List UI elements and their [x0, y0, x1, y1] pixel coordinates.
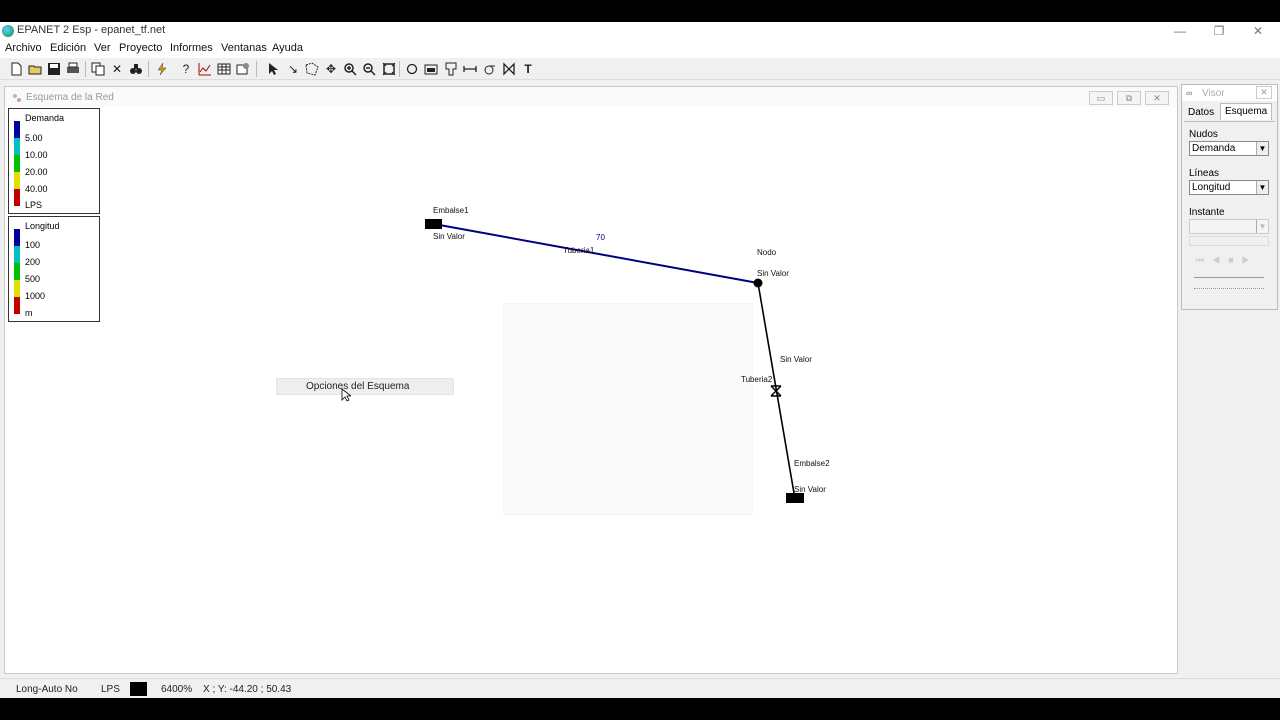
mouse-cursor-icon — [341, 388, 351, 402]
menu-ayuda[interactable]: Ayuda — [272, 42, 303, 54]
chevron-down-icon: ▼ — [1256, 220, 1268, 233]
close-button[interactable]: ✕ — [1248, 23, 1268, 39]
time-scrollbar[interactable] — [1189, 236, 1269, 246]
menu-archivo[interactable]: Archivo — [5, 42, 42, 54]
menu-bar: Archivo Edición Ver Proyecto Informes Ve… — [0, 40, 1280, 58]
speed-slider[interactable] — [1194, 277, 1264, 289]
chevron-down-icon: ▼ — [1256, 181, 1268, 194]
value-tuberia1: 70 — [596, 233, 605, 242]
reservoir-icon[interactable] — [423, 61, 439, 77]
label-nodo: Nodo — [757, 248, 777, 257]
reservoir-embalse1[interactable] — [425, 219, 442, 229]
tab-datos[interactable]: Datos — [1184, 105, 1218, 122]
label-embalse1: Embalse1 — [433, 206, 469, 215]
visor-close-button[interactable]: ✕ — [1256, 86, 1272, 99]
run-icon[interactable] — [154, 61, 170, 77]
pump-icon[interactable] — [481, 61, 497, 77]
table-icon[interactable] — [216, 61, 232, 77]
run-status-icon — [130, 682, 147, 696]
label-embalse2: Embalse2 — [794, 459, 830, 468]
network-map-window: Esquema de la Red ▭ ⧉ ✕ Demanda 5.00 10.… — [4, 86, 1178, 674]
maximize-button[interactable]: ❐ — [1209, 23, 1229, 39]
menu-edicion[interactable]: Edición — [50, 42, 86, 54]
value-nodo: Sin Valor — [757, 269, 789, 278]
status-auto-length[interactable]: Long-Auto No — [16, 684, 78, 695]
pipe-icon[interactable] — [462, 61, 478, 77]
valve-icon[interactable] — [501, 61, 517, 77]
toolbar: ✕ ? ↘ ✥ T — [0, 58, 1280, 80]
find-icon[interactable] — [128, 61, 144, 77]
menu-ventanas[interactable]: Ventanas — [221, 42, 267, 54]
pan-icon[interactable]: ✥ — [323, 61, 339, 77]
status-bar: Long-Auto No LPS 6400% X ; Y: -44.20 ; 5… — [0, 678, 1280, 698]
label-icon[interactable]: T — [520, 61, 536, 77]
select-region-icon[interactable] — [304, 61, 320, 77]
full-extent-icon[interactable] — [381, 61, 397, 77]
menu-item-map-options[interactable]: Opciones del Esquema — [306, 381, 409, 392]
network-drawing — [425, 219, 804, 503]
app-icon — [2, 25, 14, 37]
visor-caption: ∞ Visor ✕ — [1182, 85, 1277, 101]
epanet-app: EPANET 2 Esp - epanet_tf.net — ❐ ✕ Archi… — [0, 22, 1280, 698]
visor-title: Visor — [1202, 88, 1225, 99]
animation-controls[interactable]: ⏮◀■▶ — [1196, 255, 1262, 265]
binoculars-icon: ∞ — [1186, 88, 1193, 98]
map-context-menu: Opciones del Esquema — [276, 378, 454, 395]
title-bar: EPANET 2 Esp - epanet_tf.net — ❐ ✕ — [0, 22, 1280, 40]
menu-ver[interactable]: Ver — [94, 42, 111, 54]
value-tuberia2: Sin Valor — [780, 355, 812, 364]
junction-nodo[interactable] — [753, 278, 763, 288]
value-embalse1: Sin Valor — [433, 232, 465, 241]
delete-icon[interactable]: ✕ — [109, 61, 125, 77]
status-xy: X ; Y: -44.20 ; 50.43 — [203, 684, 292, 695]
status-zoom: 6400% — [161, 684, 193, 695]
zoom-in-icon[interactable] — [342, 61, 358, 77]
tab-esquema[interactable]: Esquema — [1220, 103, 1273, 120]
time-label: Instante — [1189, 207, 1225, 218]
minimize-button[interactable]: — — [1170, 23, 1190, 39]
tank-icon[interactable] — [443, 61, 459, 77]
junction-icon[interactable] — [404, 61, 420, 77]
graph-icon[interactable] — [197, 61, 213, 77]
links-select[interactable]: Longitud ▼ — [1189, 180, 1269, 195]
window-title: EPANET 2 Esp - epanet_tf.net — [17, 24, 166, 36]
open-icon[interactable] — [27, 61, 43, 77]
time-select[interactable]: ▼ — [1189, 219, 1269, 234]
select-vertex-icon[interactable]: ↘ — [285, 61, 301, 77]
label-tuberia2: Tuberia2 — [741, 375, 773, 384]
save-icon[interactable] — [46, 61, 62, 77]
reservoir-embalse2[interactable] — [786, 493, 804, 503]
select-icon[interactable] — [265, 61, 281, 77]
query-icon[interactable]: ? — [178, 61, 194, 77]
status-flow-units: LPS — [101, 684, 120, 695]
print-icon[interactable] — [65, 61, 81, 77]
nodes-label: Nudos — [1189, 129, 1218, 140]
new-icon[interactable] — [8, 61, 24, 77]
visor-panel: ∞ Visor ✕ Datos Esquema Nudos Demanda ▼ L… — [1181, 84, 1278, 310]
value-embalse2: Sin Valor — [794, 485, 826, 494]
menu-informes[interactable]: Informes — [170, 42, 213, 54]
links-label: Líneas — [1189, 168, 1220, 179]
chevron-down-icon: ▼ — [1256, 142, 1268, 155]
nodes-select[interactable]: Demanda ▼ — [1189, 141, 1269, 156]
copy-icon[interactable] — [90, 61, 106, 77]
label-tuberia1: Tuberia1 — [563, 246, 595, 255]
options-icon[interactable] — [235, 61, 251, 77]
menu-proyecto[interactable]: Proyecto — [119, 42, 162, 54]
zoom-out-icon[interactable] — [361, 61, 377, 77]
